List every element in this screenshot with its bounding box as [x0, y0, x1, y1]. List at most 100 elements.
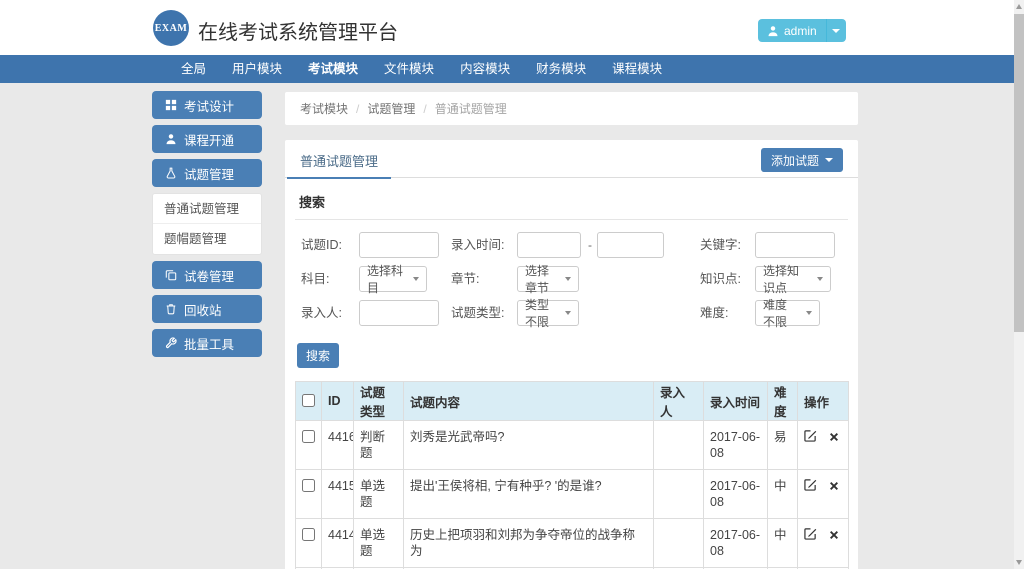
select-all-checkbox[interactable] — [302, 394, 315, 407]
cell-difficulty: 易 — [768, 421, 798, 470]
knowledge-select-value: 选择知识点 — [763, 262, 809, 296]
add-question-button[interactable]: 添加试题 — [761, 148, 843, 172]
admin-user-menu[interactable]: admin — [758, 19, 846, 42]
subject-select[interactable]: 选择科目 — [359, 266, 427, 292]
search-form-row-1: 试题ID: 录入时间: - 关键字: — [295, 232, 848, 259]
time-end-input[interactable] — [597, 232, 664, 258]
sidebar-item-label: 试卷管理 — [184, 266, 234, 285]
table-row: 4415 单选题 提出'王侯将相, 宁有种乎? '的是谁? 2017-06-08… — [296, 470, 849, 519]
breadcrumb: 考试模块 / 试题管理 / 普通试题管理 — [285, 92, 858, 125]
table-row: 4416 判断题 刘秀是光武帝吗? 2017-06-08 易 — [296, 421, 849, 470]
chevron-down-icon — [817, 277, 823, 281]
question-type-select[interactable]: 类型不限 — [517, 300, 579, 326]
question-id-input[interactable] — [359, 232, 439, 258]
difficulty-select-value: 难度不限 — [763, 296, 798, 330]
admin-dropdown-toggle[interactable] — [826, 19, 846, 42]
row-checkbox[interactable] — [302, 430, 315, 443]
time-start-input[interactable] — [517, 232, 581, 258]
chapter-select-value: 选择章节 — [525, 262, 557, 296]
cell-entry-time: 2017-06-08 — [704, 519, 768, 568]
flask-icon — [165, 167, 177, 179]
keyword-input[interactable] — [755, 232, 835, 258]
edit-icon[interactable] — [804, 429, 817, 446]
chapter-select[interactable]: 选择章节 — [517, 266, 579, 292]
chevron-down-icon — [825, 158, 833, 162]
nav-item-finance-module[interactable]: 财务模块 — [523, 55, 599, 83]
cell-difficulty: 中 — [768, 470, 798, 519]
chevron-down-icon — [565, 311, 571, 315]
keyword-label: 关键字: — [700, 232, 741, 259]
page-scrollbar[interactable] — [1014, 0, 1024, 569]
col-header-type: 试题类型 — [354, 382, 404, 421]
chevron-down-icon — [832, 29, 840, 33]
submenu-item-normal-question[interactable]: 普通试题管理 — [153, 194, 261, 224]
cell-id: 4414 — [322, 519, 354, 568]
delete-icon[interactable] — [829, 430, 839, 446]
copy-icon — [165, 269, 177, 281]
delete-icon[interactable] — [829, 528, 839, 544]
chevron-down-icon — [565, 277, 571, 281]
col-header-id: ID — [322, 382, 354, 421]
col-header-difficulty: 难度 — [768, 382, 798, 421]
tab-normal-question-manage[interactable]: 普通试题管理 — [287, 140, 391, 179]
breadcrumb-item-question-manage[interactable]: 试题管理 — [367, 100, 415, 117]
cell-entry-person — [654, 470, 704, 519]
chevron-down-icon — [806, 311, 812, 315]
entry-time-label: 录入时间: — [451, 232, 504, 259]
cell-type: 单选题 — [354, 519, 404, 568]
sidebar-item-course-open[interactable]: 课程开通 — [152, 125, 262, 153]
scroll-up-icon[interactable] — [1016, 4, 1022, 9]
difficulty-select[interactable]: 难度不限 — [755, 300, 820, 326]
subject-select-value: 选择科目 — [367, 262, 405, 296]
sidebar-item-label: 试题管理 — [184, 164, 234, 183]
chevron-down-icon — [413, 277, 419, 281]
cell-difficulty: 中 — [768, 519, 798, 568]
trash-icon — [165, 303, 177, 315]
search-section: 搜索 试题ID: 录入时间: - 关键字: 科目: 选择科目 章节: — [285, 192, 858, 569]
breadcrumb-item-current: 普通试题管理 — [435, 100, 507, 117]
app-header: EXAM 在线考试系统管理平台 admin — [0, 0, 1024, 55]
question-type-select-value: 类型不限 — [525, 296, 557, 330]
nav-item-content-module[interactable]: 内容模块 — [447, 55, 523, 83]
cell-content: 历史上把项羽和刘邦为争夺帝位的战争称为 — [404, 519, 654, 568]
cell-entry-person — [654, 519, 704, 568]
row-checkbox[interactable] — [302, 528, 315, 541]
nav-item-course-module[interactable]: 课程模块 — [599, 55, 675, 83]
nav-item-global[interactable]: 全局 — [168, 55, 219, 83]
exam-logo: EXAM — [153, 10, 189, 46]
nav-item-file-module[interactable]: 文件模块 — [371, 55, 447, 83]
sidebar-item-label: 批量工具 — [184, 334, 234, 353]
sidebar-item-batch-tools[interactable]: 批量工具 — [152, 329, 262, 357]
sidebar-item-recycle-bin[interactable]: 回收站 — [152, 295, 262, 323]
entry-person-input[interactable] — [359, 300, 439, 326]
sidebar-item-question-manage[interactable]: 试题管理 — [152, 159, 262, 187]
admin-button[interactable]: admin — [758, 19, 826, 42]
row-checkbox[interactable] — [302, 479, 315, 492]
col-header-entry-time: 录入时间 — [704, 382, 768, 421]
question-type-label: 试题类型: — [451, 300, 504, 327]
table-row: 4414 单选题 历史上把项羽和刘邦为争夺帝位的战争称为 2017-06-08 … — [296, 519, 849, 568]
delete-icon[interactable] — [829, 479, 839, 495]
sidebar-item-paper-manage[interactable]: 试卷管理 — [152, 261, 262, 289]
question-table: ID 试题类型 试题内容 录入人 录入时间 难度 操作 4416 判断题 刘秀 — [295, 381, 849, 569]
col-header-actions: 操作 — [798, 382, 849, 421]
difficulty-label: 难度: — [700, 300, 728, 327]
submenu-item-cap-question[interactable]: 题帽题管理 — [153, 224, 261, 254]
knowledge-select[interactable]: 选择知识点 — [755, 266, 831, 292]
edit-icon[interactable] — [804, 527, 817, 544]
breadcrumb-item-exam-module[interactable]: 考试模块 — [300, 100, 348, 117]
scroll-down-icon[interactable] — [1016, 560, 1022, 565]
table-header-row: ID 试题类型 试题内容 录入人 录入时间 难度 操作 — [296, 382, 849, 421]
search-button[interactable]: 搜索 — [297, 343, 339, 368]
edit-icon[interactable] — [804, 478, 817, 495]
sidebar-item-exam-design[interactable]: 考试设计 — [152, 91, 262, 119]
breadcrumb-separator: / — [423, 102, 426, 116]
scrollbar-thumb[interactable] — [1014, 14, 1024, 332]
nav-item-exam-module[interactable]: 考试模块 — [295, 55, 371, 83]
cell-type: 单选题 — [354, 470, 404, 519]
cell-entry-person — [654, 421, 704, 470]
entry-person-label: 录入人: — [301, 300, 342, 327]
subject-label: 科目: — [301, 266, 329, 293]
sidebar-item-label: 课程开通 — [184, 130, 234, 149]
nav-item-user-module[interactable]: 用户模块 — [219, 55, 295, 83]
